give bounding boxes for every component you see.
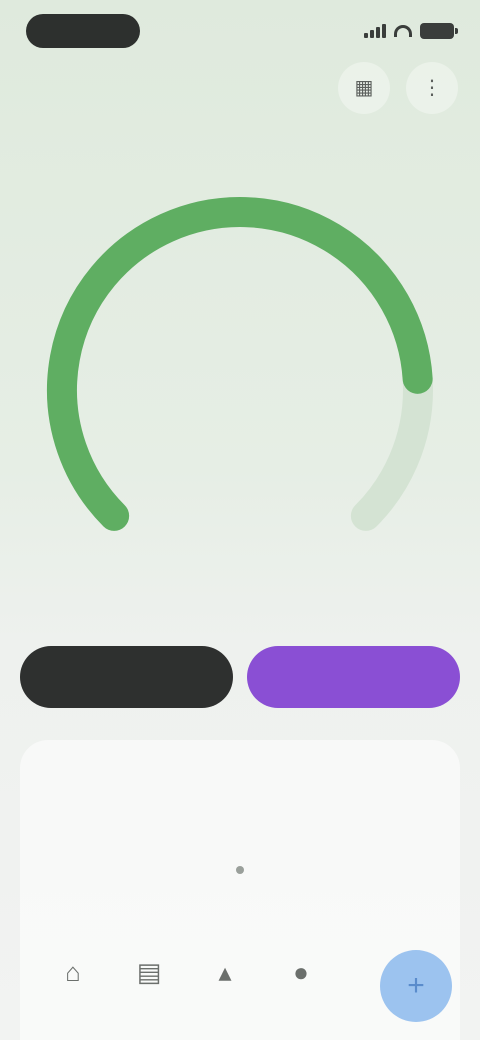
chart-button[interactable]: ▦ (338, 62, 390, 114)
add-icon: + (407, 969, 425, 1002)
calendar-icon: ▤ (136, 957, 162, 987)
signal-icon (364, 24, 386, 38)
wifi-icon (394, 25, 412, 37)
more-button[interactable]: ⋮ (406, 62, 458, 114)
add-button[interactable]: + (380, 950, 452, 1022)
progress-gauge (40, 190, 440, 570)
battery-icon (420, 23, 458, 39)
nav-calendar[interactable]: ▤ (124, 946, 174, 998)
nav-stats[interactable]: ▴ (200, 946, 250, 998)
stats-icon: ▴ (218, 957, 232, 987)
gauge-fill (47, 197, 433, 531)
primary-action-button[interactable] (247, 646, 460, 708)
status-indicators (364, 20, 458, 42)
home-icon: ⌂ (65, 957, 81, 987)
nav-profile[interactable]: ● (276, 946, 326, 998)
secondary-action-button[interactable] (20, 646, 233, 708)
status-bar (0, 0, 480, 64)
status-time-pill (26, 14, 140, 48)
bottom-nav: ⌂ ▤ ▴ ● (48, 944, 348, 1000)
gauge-center (40, 308, 440, 318)
nav-home[interactable]: ⌂ (48, 946, 98, 998)
header-actions: ▦ ⋮ (338, 62, 458, 114)
profile-icon: ● (293, 957, 309, 987)
action-buttons (20, 646, 460, 708)
gauge-svg (47, 197, 433, 531)
more-icon: ⋮ (422, 77, 442, 99)
chart-icon: ▦ (354, 77, 374, 99)
